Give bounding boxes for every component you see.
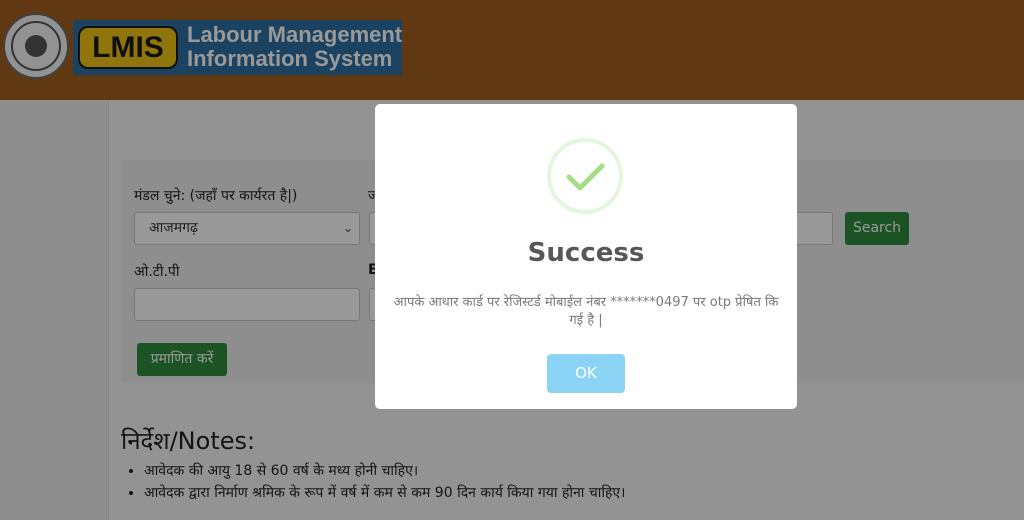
success-check-icon — [547, 138, 623, 214]
success-dialog: Success आपके आधार कार्ड पर रेजिस्टर्ड मो… — [375, 104, 797, 409]
dialog-title: Success — [527, 238, 645, 268]
dialog-message: आपके आधार कार्ड पर रेजिस्टर्ड मोबाईल नंब… — [393, 295, 779, 328]
ok-button[interactable]: OK — [547, 354, 625, 393]
